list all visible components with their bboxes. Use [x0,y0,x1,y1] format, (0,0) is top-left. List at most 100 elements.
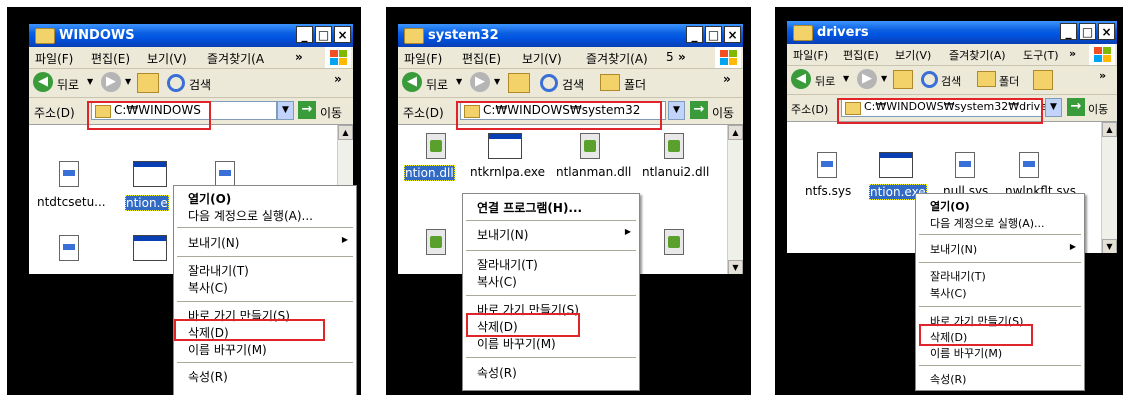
go-arrow-icon[interactable]: → [298,101,316,119]
exe-file-icon[interactable] [879,152,913,178]
exe-file-icon[interactable] [488,133,522,159]
folders-label[interactable]: 폴더 [999,73,1019,89]
dll-file-icon[interactable] [664,229,684,255]
file-name[interactable]: ntfs.sys [805,184,851,198]
maximize-button[interactable]: □ [705,26,722,43]
up-folder-icon[interactable] [137,73,159,93]
go-arrow-icon[interactable]: → [690,101,708,119]
folders-icon[interactable] [977,71,996,87]
menu-item-cut[interactable]: 잘라내기(T) [916,266,1084,284]
go-label[interactable]: 이동 [320,104,342,121]
menu-item-properties[interactable]: 속성(R) [463,362,639,380]
title-bar[interactable]: WINDOWS _ □ × [29,24,353,47]
scroll-up-arrow-icon[interactable]: ▲ [728,125,743,140]
menu-item-cut[interactable]: 잘라내기(T) [463,254,639,272]
menu-item-copy[interactable]: 복사(C) [174,277,356,295]
menu-item-run-as[interactable]: 다음 계정으로 실행(A)... [174,205,356,223]
title-bar[interactable]: drivers _ □ × [787,21,1117,44]
menu-item-copy[interactable]: 복사(C) [916,283,1084,301]
folders-icon[interactable] [600,74,620,91]
back-arrow-icon[interactable]: ◀ [402,72,422,92]
menu-item-send-to[interactable]: 보내기(N) ▶ [916,239,1084,257]
menu-view[interactable]: 보기(V) [147,50,187,67]
dll-file-icon[interactable] [664,133,684,159]
file-icon[interactable] [59,161,79,187]
minimize-button[interactable]: _ [686,26,703,43]
file-icon[interactable] [215,161,235,187]
menu-tools-truncated[interactable]: 5 [666,50,674,64]
close-button[interactable]: × [724,26,741,43]
search-label[interactable]: 검색 [189,76,211,93]
search-icon[interactable] [167,74,185,92]
exe-file-icon[interactable] [133,161,167,187]
file-name[interactable]: ntlanman.dll [556,165,631,179]
title-bar[interactable]: system32 _ □ × [398,24,743,47]
menu-item-run-as[interactable]: 다음 계정으로 실행(A)... [916,213,1084,231]
sys-file-icon[interactable] [955,152,975,178]
search-label[interactable]: 검색 [562,76,584,93]
dll-file-icon[interactable] [580,133,600,159]
back-label[interactable]: 뒤로 [57,76,79,93]
forward-dropdown-icon[interactable]: ▼ [881,74,887,83]
toolbar-more[interactable]: » [334,72,342,86]
menu-more[interactable]: » [295,50,303,64]
address-dropdown-button[interactable]: ▼ [277,101,294,120]
menu-file[interactable]: 파일(F) [35,50,73,67]
menu-favorites[interactable]: 즐겨찾기(A) [949,47,1006,63]
menu-item-send-to[interactable]: 보내기(N) ▶ [463,224,639,242]
menu-more[interactable]: » [1069,47,1076,60]
up-folder-icon[interactable] [508,73,530,93]
sys-file-icon[interactable] [1019,152,1039,178]
search-icon[interactable] [921,71,938,88]
go-label[interactable]: 이동 [712,104,734,121]
address-dropdown-button[interactable]: ▼ [1045,98,1062,117]
back-dropdown-icon[interactable]: ▼ [87,77,93,86]
scroll-up-arrow-icon[interactable]: ▲ [1102,122,1117,137]
menu-item-properties[interactable]: 속성(R) [916,369,1084,387]
sys-file-icon[interactable] [817,152,837,178]
menu-item-rename[interactable]: 이름 바꾸기(M) [174,339,356,357]
selected-file-name[interactable]: ntion.e [125,195,169,211]
toolbar-more[interactable]: » [1099,69,1106,82]
scroll-down-arrow-icon[interactable]: ▼ [728,260,743,274]
minimize-button[interactable]: _ [1060,23,1077,40]
menu-item-copy[interactable]: 복사(C) [463,271,639,289]
vertical-scrollbar[interactable]: ▲ ▼ [727,125,743,274]
vertical-scrollbar[interactable]: ▲ ▼ [1101,122,1117,253]
close-button[interactable]: × [1098,23,1115,40]
back-label[interactable]: 뒤로 [426,76,448,93]
move-to-icon[interactable] [1033,70,1053,90]
menu-item-send-to[interactable]: 보내기(N) ▶ [174,232,356,250]
menu-edit[interactable]: 편집(E) [462,50,501,67]
maximize-button[interactable]: □ [315,26,332,43]
toolbar-more[interactable]: » [723,72,731,86]
go-label[interactable]: 이동 [1088,101,1108,117]
forward-dropdown-icon[interactable]: ▼ [494,77,500,86]
menu-edit[interactable]: 편집(E) [843,47,879,63]
file-name[interactable]: ntlanui2.dll [642,165,709,179]
menu-more[interactable]: » [678,50,686,64]
menu-view[interactable]: 보기(V) [895,47,931,63]
menu-file[interactable]: 파일(F) [793,47,828,63]
menu-item-properties[interactable]: 속성(R) [174,366,356,384]
selected-file-name[interactable]: ntion.dll [404,165,455,181]
menu-item-open[interactable]: 열기(O) [916,196,1084,214]
back-dropdown-icon[interactable]: ▼ [456,77,462,86]
file-icon[interactable] [59,235,79,261]
file-name[interactable]: ntkrnlpa.exe [470,165,545,179]
forward-dropdown-icon[interactable]: ▼ [125,77,131,86]
menu-favorites[interactable]: 즐겨찾기(A) [586,50,648,67]
forward-arrow-icon[interactable]: ▶ [101,72,121,92]
minimize-button[interactable]: _ [296,26,313,43]
menu-edit[interactable]: 편집(E) [91,50,130,67]
search-icon[interactable] [540,74,558,92]
back-arrow-icon[interactable]: ◀ [33,72,53,92]
scroll-down-arrow-icon[interactable]: ▼ [1102,239,1117,253]
menu-favorites[interactable]: 즐겨찾기(A [207,50,264,67]
forward-arrow-icon[interactable]: ▶ [470,72,490,92]
menu-tools[interactable]: 도구(T) [1023,47,1059,63]
menu-view[interactable]: 보기(V) [522,50,562,67]
up-folder-icon[interactable] [893,70,913,89]
go-arrow-icon[interactable]: → [1067,98,1085,116]
menu-file[interactable]: 파일(F) [404,50,442,67]
